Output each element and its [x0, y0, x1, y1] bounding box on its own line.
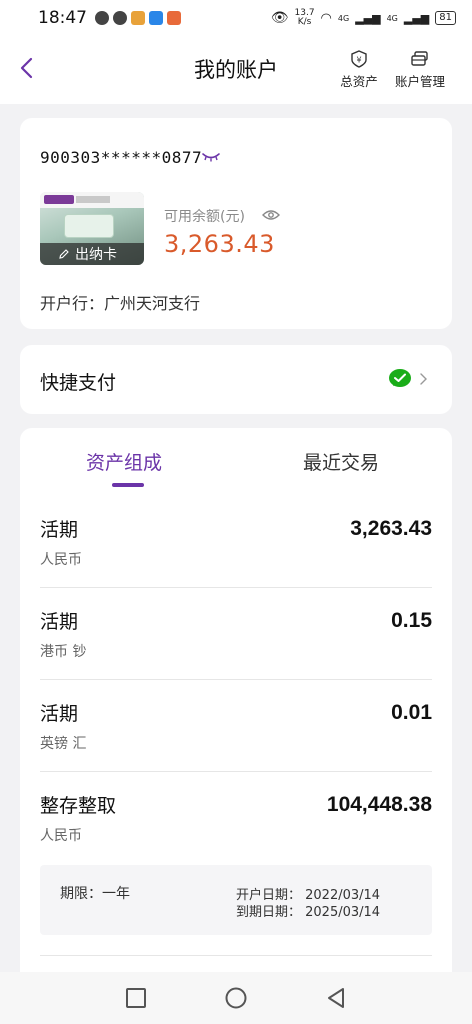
card-brand-icon	[76, 196, 110, 203]
svg-text:¥: ¥	[356, 56, 361, 65]
recent-apps-icon[interactable]	[124, 986, 148, 1010]
balance-label: 可用余额(元)	[164, 209, 245, 225]
net-speed: 13.7 K/s	[295, 9, 315, 27]
total-assets-button[interactable]: ¥ 总资产	[327, 50, 391, 90]
card-stack-icon	[411, 51, 428, 66]
bank-logo-icon	[44, 195, 74, 204]
account-manage-label: 账户管理	[394, 74, 445, 89]
status-right: 👁 13.7 K/s ◠ 4G ▂▄▆ 4G ▂▄▆ 81	[271, 9, 456, 27]
asset-row[interactable]: 活期 港币 钞 0.15	[40, 607, 432, 699]
asset-amount: 0.15	[391, 609, 432, 632]
quick-pay-label: 快捷支付	[40, 372, 117, 394]
total-assets-label: 总资产	[340, 74, 378, 89]
assets-card: 资产组成 最近交易 活期 人民币 3,263.43 活期 港币 钞 0.15 活…	[20, 428, 452, 988]
signal-2: 4G	[386, 13, 398, 23]
asset-currency: 英镑 汇	[40, 736, 87, 752]
card-tag: 出纳卡	[40, 243, 144, 265]
battery-icon: 81	[435, 11, 456, 25]
account-manage-button[interactable]: 账户管理	[388, 50, 452, 90]
status-bar: 18:47 👁 13.7 K/s ◠ 4G ▂▄▆ 4G ▂▄▆ 81	[0, 0, 472, 36]
system-nav-bar	[0, 972, 472, 1024]
tab-recent-transactions[interactable]: 最近交易	[303, 448, 379, 475]
back-triangle-icon[interactable]	[324, 986, 348, 1010]
yuan-shield-icon: ¥	[351, 50, 367, 68]
tab-asset-composition[interactable]: 资产组成	[86, 448, 162, 475]
row-divider	[40, 955, 432, 956]
branch-info: 开户行：广州天河支行	[40, 294, 201, 313]
eye-comfort-icon: 👁	[270, 10, 289, 26]
asset-currency: 人民币	[40, 552, 82, 568]
signal-1: 4G	[337, 13, 350, 23]
net-speed-unit: K/s	[297, 17, 312, 27]
account-number: 900303******0877	[40, 148, 203, 167]
app-notification-icon-2	[149, 11, 163, 25]
eye-icon[interactable]	[262, 209, 280, 221]
term-label: 期限：一年	[60, 886, 130, 902]
status-time: 18:47	[38, 8, 87, 28]
row-divider	[40, 679, 432, 680]
active-tab-indicator	[112, 483, 144, 487]
balance-value: 3,263.43	[164, 230, 275, 258]
bank-card-image[interactable]: 出纳卡	[40, 192, 144, 265]
account-card: 900303******0877 出纳卡 可用余额(元) 3,263.43 开户…	[20, 118, 452, 329]
asset-type: 活期	[40, 519, 79, 541]
pencil-icon	[59, 249, 69, 259]
asset-type: 活期	[40, 703, 79, 725]
card-artwork	[64, 214, 114, 238]
chevron-right-icon	[420, 373, 427, 385]
eye-closed-icon[interactable]	[201, 151, 221, 163]
row-divider	[40, 587, 432, 588]
asset-amount: 0.01	[391, 701, 432, 724]
asset-amount: 104,448.38	[326, 793, 432, 816]
wechat-pay-icon	[389, 369, 411, 387]
card-tag-label: 出纳卡	[75, 247, 117, 263]
asset-amount: 3,263.43	[350, 517, 432, 540]
notification-icons	[95, 11, 181, 25]
asset-currency: 人民币	[40, 828, 82, 844]
asset-type: 整存整取	[40, 795, 117, 817]
home-icon[interactable]	[224, 986, 248, 1010]
asset-row[interactable]: 活期 英镑 汇 0.01	[40, 699, 432, 791]
signal-bars-2-icon: ▂▄▆	[403, 11, 430, 25]
wechat-notification-icon	[95, 11, 109, 25]
message-notification-icon	[113, 11, 127, 25]
app-header: 我的账户 ¥ 总资产 账户管理	[0, 36, 472, 104]
due-date: 到期日期： 2025/03/14	[236, 905, 381, 920]
asset-currency: 港币 钞	[40, 644, 87, 660]
row-divider	[40, 771, 432, 772]
asset-type: 活期	[40, 611, 79, 633]
signal-bars-1-icon: ▂▄▆	[355, 11, 381, 25]
wifi-icon: ◠	[320, 10, 332, 26]
term-deposit-details: 期限：一年 开户日期： 2022/03/14 到期日期： 2025/03/14	[40, 865, 432, 935]
quick-pay-row[interactable]: 快捷支付	[20, 345, 452, 414]
app-notification-icon	[131, 11, 145, 25]
asset-row[interactable]: 活期 人民币 3,263.43	[40, 515, 432, 607]
app-notification-icon-3	[167, 11, 181, 25]
